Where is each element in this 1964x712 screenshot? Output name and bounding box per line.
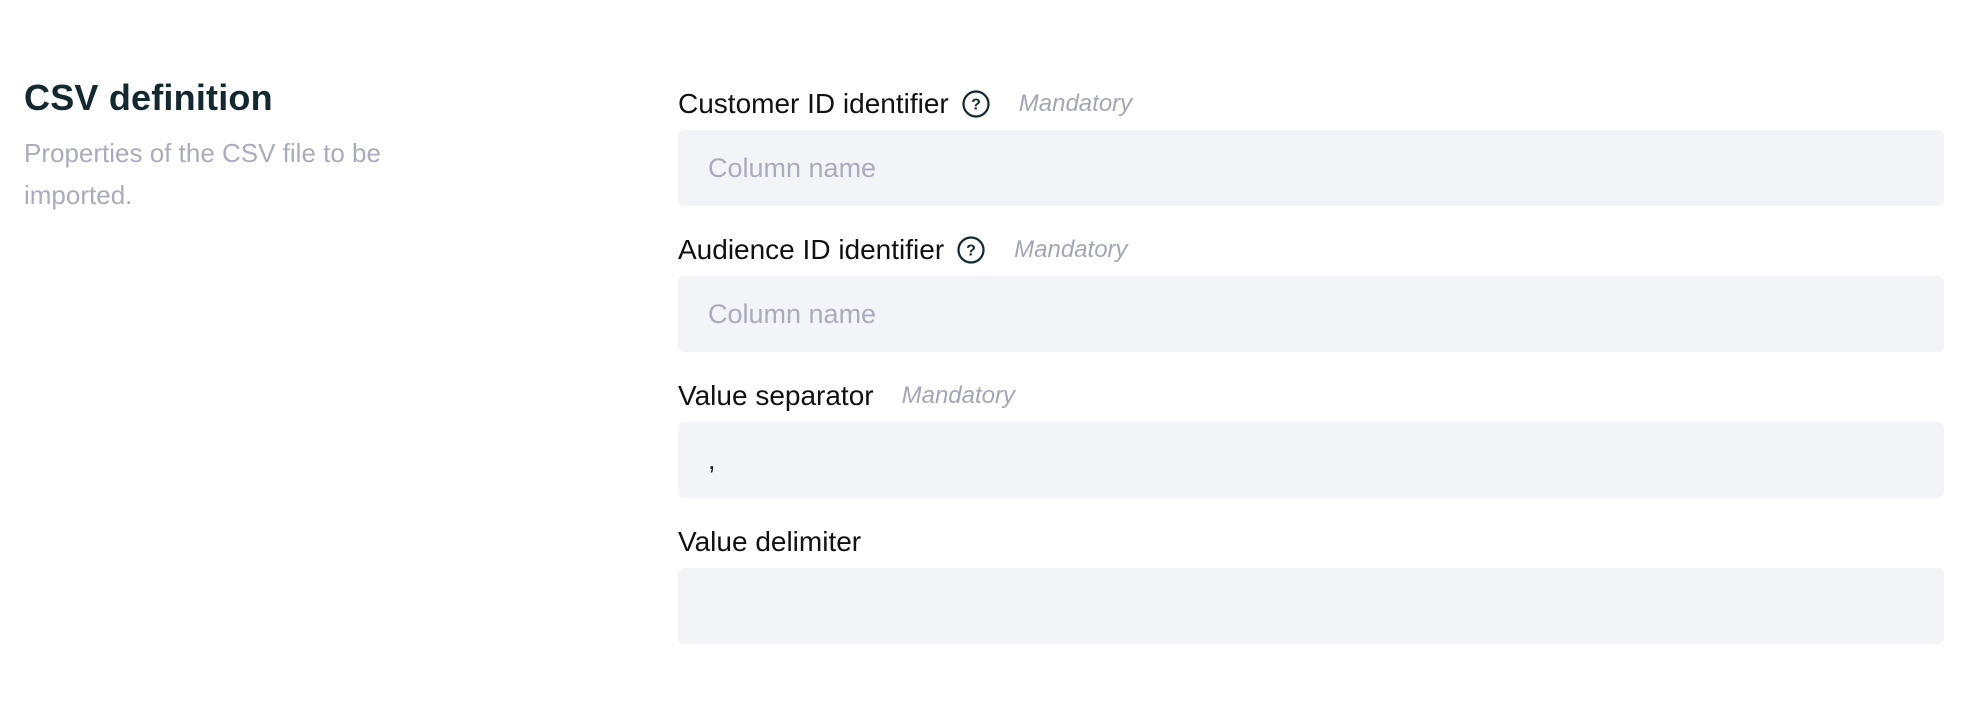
- customer-id-field: Customer ID identifier ? Mandatory: [678, 84, 1944, 206]
- section-intro: CSV definition Properties of the CSV fil…: [24, 74, 464, 216]
- audience-id-label: Audience ID identifier: [678, 234, 945, 265]
- svg-text:?: ?: [966, 243, 976, 260]
- svg-text:?: ?: [971, 97, 981, 114]
- section-description: Properties of the CSV file to be importe…: [24, 138, 381, 210]
- value-delimiter-input[interactable]: [678, 568, 1944, 644]
- customer-id-input[interactable]: [678, 130, 1944, 206]
- value-separator-field: Value separator Mandatory: [678, 376, 1944, 498]
- mandatory-indicator: Mandatory: [1018, 90, 1133, 117]
- value-separator-input[interactable]: [678, 422, 1944, 498]
- audience-id-input[interactable]: [678, 276, 1944, 352]
- value-delimiter-label: Value delimiter: [678, 526, 862, 557]
- field-label-row: Customer ID identifier ? Mandatory: [678, 84, 1944, 124]
- field-label-row: Value separator Mandatory: [678, 376, 1944, 416]
- value-delimiter-field: Value delimiter: [678, 522, 1944, 644]
- value-separator-label: Value separator: [678, 380, 874, 411]
- customer-id-label: Customer ID identifier: [678, 88, 949, 119]
- field-label-row: Audience ID identifier ? Mandatory: [678, 230, 1944, 270]
- help-icon[interactable]: ?: [961, 89, 991, 119]
- csv-definition-form: Customer ID identifier ? Mandatory Audie…: [678, 84, 1944, 644]
- section-title: CSV definition: [24, 77, 273, 118]
- audience-id-field: Audience ID identifier ? Mandatory: [678, 230, 1944, 352]
- mandatory-indicator: Mandatory: [1014, 236, 1128, 263]
- mandatory-indicator: Mandatory: [901, 382, 1015, 409]
- help-icon[interactable]: ?: [956, 235, 986, 265]
- csv-definition-section: CSV definition Properties of the CSV fil…: [0, 0, 1964, 712]
- field-label-row: Value delimiter: [678, 522, 1944, 562]
